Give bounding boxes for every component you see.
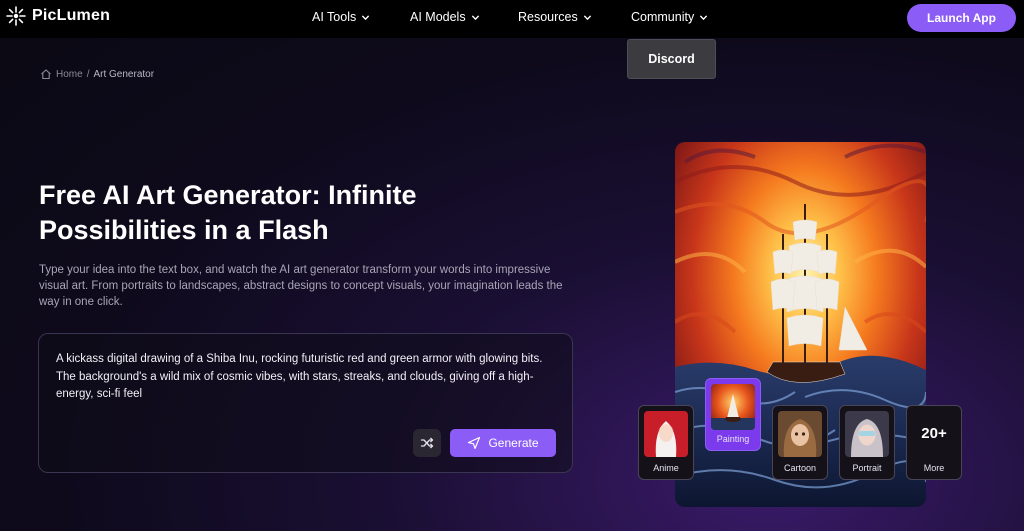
style-label: Painting: [716, 434, 750, 444]
send-icon: [468, 436, 481, 450]
style-label: Portrait: [852, 463, 882, 473]
style-card-painting[interactable]: Painting: [705, 378, 761, 451]
shuffle-button[interactable]: [413, 429, 441, 457]
chevron-down-icon: [471, 14, 479, 20]
style-card-anime[interactable]: Anime: [638, 405, 694, 480]
chevron-down-icon: [362, 14, 370, 20]
chevron-down-icon: [700, 14, 708, 20]
style-label: Cartoon: [783, 463, 817, 473]
breadcrumb-home[interactable]: Home: [56, 69, 83, 80]
page-description: Type your idea into the text box, and wa…: [39, 264, 563, 308]
nav-resources[interactable]: Resources: [518, 10, 592, 24]
top-navbar: PicLumen AI Tools AI Models Resources Co…: [0, 0, 1024, 38]
breadcrumb-separator: /: [86, 68, 90, 80]
style-card-cartoon[interactable]: Cartoon: [772, 405, 828, 480]
launch-app-button[interactable]: Launch App: [907, 4, 1016, 32]
prompt-box[interactable]: A kickass digital drawing of a Shiba Inu…: [38, 333, 573, 473]
portrait-thumbnail: [845, 411, 889, 457]
nav-community[interactable]: Community: [631, 10, 708, 24]
nav-ai-models[interactable]: AI Models: [410, 10, 480, 24]
style-card-more[interactable]: 20+ More: [906, 405, 962, 480]
breadcrumb-current: Art Generator: [93, 68, 155, 80]
nav-label: AI Tools: [312, 10, 357, 24]
generate-button[interactable]: Generate: [450, 429, 556, 457]
generate-label: Generate: [488, 436, 539, 450]
cartoon-thumbnail: [778, 411, 822, 457]
dropdown-item-discord[interactable]: Discord: [627, 39, 716, 79]
home-icon: [41, 69, 51, 80]
painting-thumbnail: [711, 384, 755, 430]
nav-label: Resources: [518, 10, 578, 24]
page-title: Free AI Art Generator: Infinite Possibil…: [39, 180, 417, 245]
shuffle-icon: [420, 437, 434, 449]
main-nav: AI Tools AI Models Resources Community: [0, 0, 1024, 38]
nav-label: AI Models: [410, 10, 466, 24]
nav-ai-tools[interactable]: AI Tools: [312, 10, 370, 24]
style-label: Anime: [653, 463, 679, 473]
style-label: More: [923, 463, 945, 473]
prompt-input[interactable]: A kickass digital drawing of a Shiba Inu…: [56, 351, 556, 404]
breadcrumb: Home / Art Generator: [40, 68, 154, 80]
chevron-down-icon: [583, 14, 591, 20]
anime-thumbnail: [644, 411, 688, 457]
more-count-badge: 20+: [921, 425, 947, 442]
nav-label: Community: [631, 10, 695, 24]
style-card-portrait[interactable]: Portrait: [839, 405, 895, 480]
